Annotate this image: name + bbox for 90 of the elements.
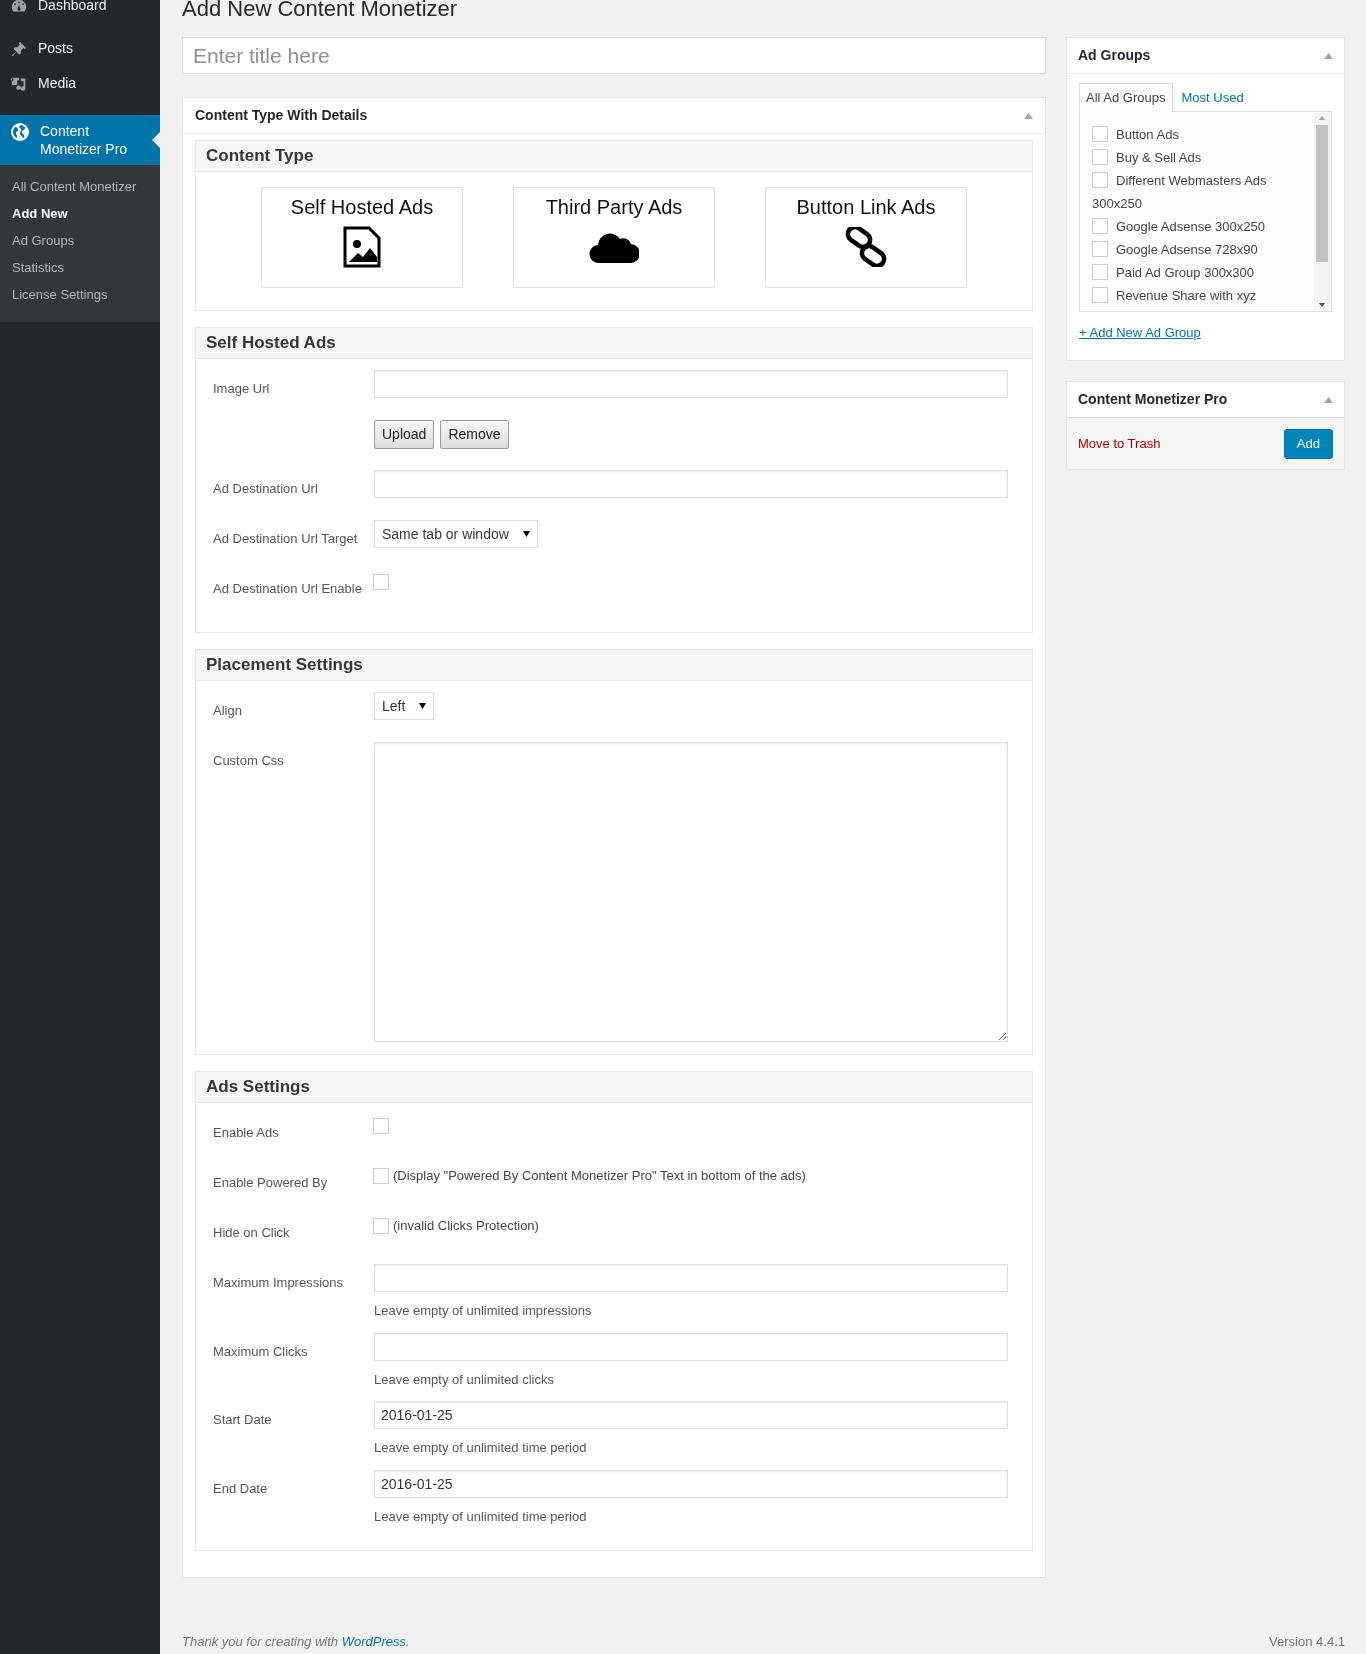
field-label: Ad Destination Url Enable	[213, 581, 362, 596]
checkbox[interactable]	[1092, 172, 1108, 188]
tab[interactable]: All Ad Groups	[1079, 83, 1173, 112]
checkbox[interactable]	[1092, 287, 1108, 303]
select-dropdown[interactable]: Left	[374, 692, 435, 720]
help-text: Leave empty of unlimited impressions	[374, 1302, 593, 1320]
checkbox-note: (invalid Clicks Protection)	[393, 1218, 539, 1234]
caret-icon	[522, 531, 530, 537]
pin-icon	[10, 39, 28, 58]
text-field[interactable]	[374, 370, 1008, 398]
content-type-card[interactable]: Third Party Ads	[513, 187, 715, 288]
remove-button[interactable]: Remove	[440, 420, 509, 449]
text-area[interactable]	[374, 742, 1008, 1042]
ad-group-option[interactable]: Google Adsense 728x90	[1092, 238, 1305, 261]
section-title: Self Hosted Ads	[206, 332, 336, 355]
sidebar-item[interactable]: Media	[0, 66, 160, 101]
content-type-card[interactable]: Self Hosted Ads	[261, 187, 463, 288]
ad-group-option[interactable]: Different Webmasters Ads 300x250	[1092, 169, 1305, 215]
ad-group-option[interactable]: Revenue Share with xyz	[1092, 284, 1305, 307]
dashboard-icon	[10, 0, 28, 15]
chain-link-icon	[844, 224, 888, 270]
trash-link[interactable]: Move to Trash	[1078, 433, 1161, 454]
sidebar-item[interactable]: Content Monetizer Pro	[0, 115, 160, 165]
submenu-item[interactable]: Ad Groups	[0, 227, 160, 254]
section-title: Placement Settings	[206, 654, 363, 677]
panel-title: Content Type With Details	[195, 106, 368, 125]
checkbox[interactable]	[373, 574, 389, 590]
section-title: Ads Settings	[206, 1076, 310, 1099]
menu-pointer	[152, 132, 160, 148]
version-text: Version 4.4.1	[1269, 1633, 1345, 1651]
submenu-item[interactable]: Statistics	[0, 254, 160, 281]
checkbox[interactable]	[373, 1118, 389, 1134]
text-field[interactable]: 2016-01-25	[374, 1401, 1008, 1429]
wordpress-link[interactable]: WordPress	[341, 1634, 406, 1649]
content-type-card[interactable]: Button Link Ads	[765, 187, 967, 288]
text-field[interactable]	[374, 1332, 1008, 1361]
add-group-link[interactable]: + Add New Ad Group	[1079, 323, 1201, 343]
ad-group-option[interactable]: Button Ads	[1092, 123, 1305, 146]
collapse-icon[interactable]	[1324, 52, 1333, 59]
field-label: Maximum Impressions	[213, 1275, 344, 1290]
title-field[interactable]: Enter title here	[182, 37, 1046, 74]
field-label: Image Url	[213, 381, 270, 396]
ad-group-option[interactable]: Buy & Sell Ads	[1092, 146, 1305, 169]
field-label: Enable Powered By	[213, 1175, 328, 1190]
sidebar-item[interactable]: Posts	[0, 31, 160, 66]
ad-group-option[interactable]: Google Adsense 300x250	[1092, 215, 1305, 238]
field-label: Start Date	[213, 1412, 272, 1427]
field-label: Enable Ads	[213, 1125, 279, 1140]
checkbox[interactable]	[1092, 149, 1108, 165]
text-field[interactable]	[374, 1264, 1008, 1292]
upload-button[interactable]: Upload	[374, 420, 435, 449]
field-label: Align	[213, 703, 242, 718]
footer-text: Thank you for creating with WordPress.	[182, 1633, 410, 1651]
field-label: Ad Destination Url	[213, 481, 318, 496]
section-title: Content Type	[206, 145, 314, 168]
text-field[interactable]	[374, 470, 1008, 498]
collapse-icon[interactable]	[1324, 396, 1333, 403]
scroll-thumb[interactable]	[1316, 125, 1328, 262]
caret-icon	[419, 703, 427, 709]
field-label: End Date	[213, 1480, 268, 1496]
panel-title: Ad Groups	[1078, 46, 1151, 65]
collapse-icon[interactable]	[1024, 112, 1033, 119]
checkbox[interactable]	[1092, 241, 1108, 257]
add-button[interactable]: Add	[1283, 428, 1333, 459]
sidebar-item[interactable]: Dashboard	[0, 0, 160, 23]
field-label: Maximum Clicks	[213, 1343, 308, 1359]
checkbox[interactable]	[373, 1218, 389, 1234]
panel-title: Content Monetizer Pro	[1078, 390, 1228, 409]
help-text: Leave empty of unlimited time period	[374, 1439, 588, 1457]
ad-group-option[interactable]: Paid Ad Group 300x300	[1092, 261, 1305, 284]
text-field[interactable]: 2016-01-25	[374, 1469, 1008, 1498]
page-title: Add New Content Monetizer	[182, 0, 459, 18]
select-dropdown[interactable]: Same tab or window	[374, 520, 538, 548]
field-label: Ad Destination Url Target	[213, 531, 358, 546]
field-label: Custom Css	[213, 753, 284, 768]
help-text: Leave empty of unlimited time period	[374, 1507, 588, 1526]
scrollbar[interactable]	[1314, 113, 1330, 310]
checkbox[interactable]	[1092, 218, 1108, 234]
submenu-item[interactable]: Add New	[0, 200, 160, 227]
field-label: Hide on Click	[213, 1225, 290, 1240]
submenu-item[interactable]: License Settings	[0, 281, 160, 308]
checkbox[interactable]	[1092, 264, 1108, 280]
help-text: Leave empty of unlimited clicks	[374, 1370, 555, 1389]
checkbox[interactable]	[1092, 126, 1108, 142]
checkbox-note: (Display "Powered By Content Monetizer Pro" Text in bottom of the ads)	[393, 1168, 806, 1184]
tab[interactable]: Most Used	[1172, 83, 1253, 112]
globe-icon	[10, 122, 30, 142]
image-file-icon	[342, 224, 382, 270]
checkbox[interactable]	[373, 1168, 389, 1184]
submenu-item[interactable]: All Content Monetizer	[0, 173, 160, 200]
